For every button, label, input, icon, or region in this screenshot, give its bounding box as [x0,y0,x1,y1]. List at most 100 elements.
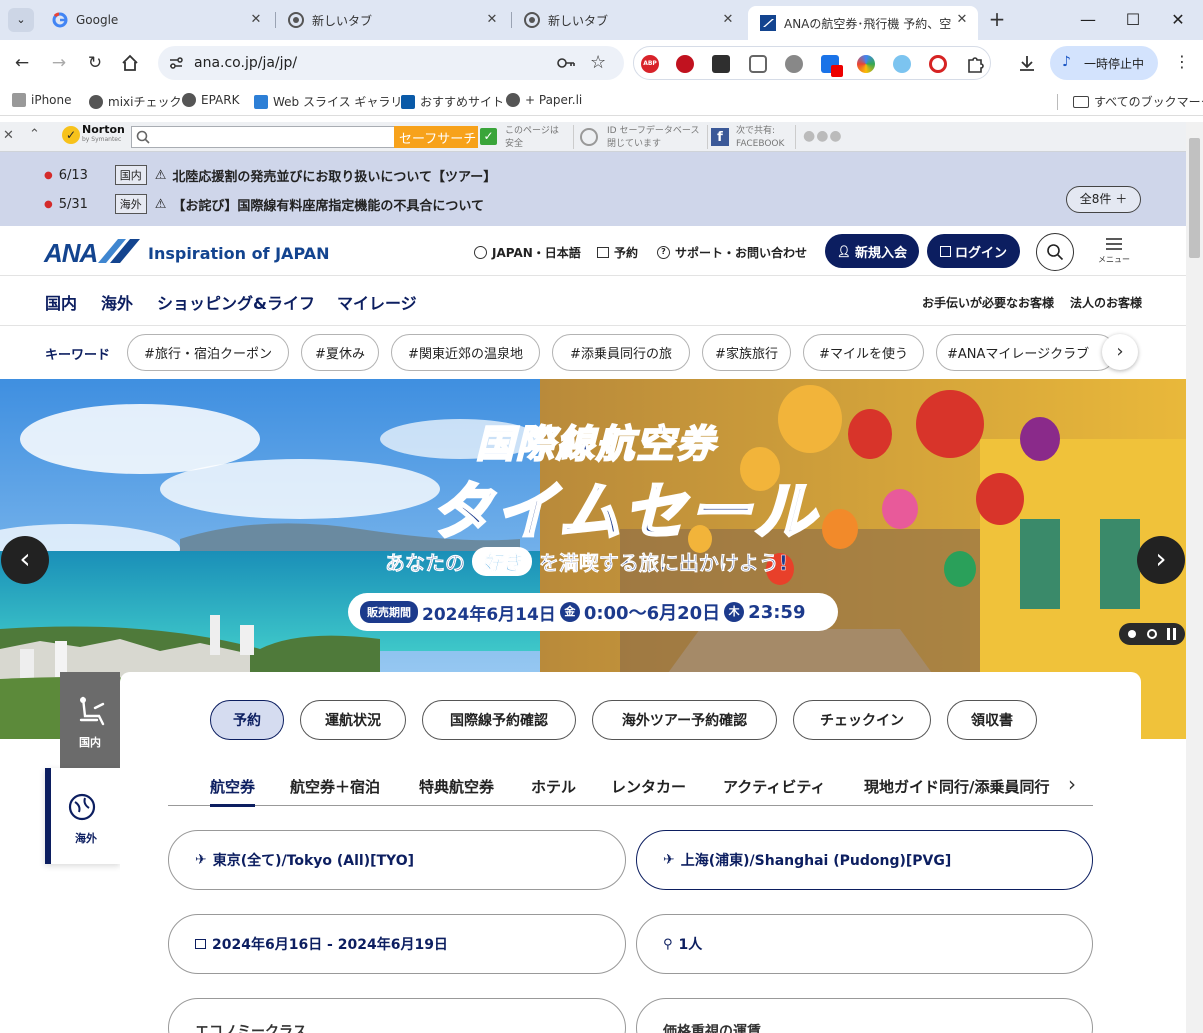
key-icon[interactable] [556,55,576,71]
passenger-field[interactable]: ⚲ 1人 [636,914,1093,974]
slide-dot-active[interactable] [1128,630,1136,638]
fare-field[interactable]: 価格重視の運賃 [636,998,1093,1033]
cabin-field[interactable]: エコノミークラス [168,998,626,1033]
bookmark-webslice[interactable]: Web スライス ギャラリー [254,93,414,110]
signup-button[interactable]: 👤︎ 新規入会 [825,234,919,268]
back-icon[interactable]: ← [10,51,34,75]
norton-search-input[interactable] [131,126,395,148]
all-bookmarks[interactable]: すべてのブックマーク [1073,93,1203,110]
departure-field[interactable]: ✈︎ 東京(全て)/Tokyo (All)[TYO] [168,830,626,890]
scrollbar-thumb[interactable] [1189,138,1200,258]
page-scrollbar[interactable] [1186,122,1203,1033]
adblock-icon[interactable]: ABP [641,55,659,73]
nav-help[interactable]: お手伝いが必要なお客様 [922,294,1054,311]
color-extension-icon[interactable] [857,55,875,73]
notice-item[interactable]: ● 6/13 国内 ⚠ 北陸応援割の発売並びにお取り扱いについて【ツアー】 [44,165,496,185]
page-safe-status[interactable]: このページは 安全 [505,125,559,151]
tab-receipt[interactable]: 領収書 [947,700,1037,740]
keyword-chip[interactable]: #夏休み [301,334,379,371]
reload-icon[interactable]: ↻ [83,51,107,75]
download-icon[interactable] [1017,53,1037,73]
tab-reserve[interactable]: 予約 [210,700,284,740]
subtab-activity[interactable]: アクティビティ [723,776,825,797]
address-bar[interactable]: ana.co.jp/ja/jp/ ☆ [158,46,624,80]
puzzle-icon[interactable] [965,54,985,74]
subtab-award[interactable]: 特典航空券 [419,776,494,797]
maximize-icon[interactable]: ☐ [1121,8,1145,32]
arrival-field[interactable]: ✈︎ 上海(浦東)/Shanghai (Pudong)[PVG] [636,830,1093,890]
keyword-chip[interactable]: #関東近郊の温泉地 [391,334,540,371]
check-extension-icon[interactable] [712,55,730,73]
tab-flight-status[interactable]: 運航状況 [300,700,406,740]
tab-close-icon[interactable]: ✕ [954,12,970,28]
ana-logo[interactable]: ANA [44,238,98,269]
nav-international[interactable]: 海外 [101,290,133,314]
bookmark-star-icon[interactable]: ☆ [590,52,606,73]
reserve-link[interactable]: 予約 [597,244,638,261]
site-search-button[interactable] [1036,233,1074,271]
subtab-flight[interactable]: 航空券 [210,776,256,807]
subtab-flight-hotel[interactable]: 航空券＋宿泊 [290,776,380,797]
norton-collapse-icon[interactable]: ⌃ [29,127,40,142]
tab-new-1[interactable]: 新しいタブ ✕ [276,6,508,34]
support-link[interactable]: ? サポート・お問い合わせ [657,244,807,261]
hero-prev-button[interactable]: ‹ [1,536,49,584]
tab-google[interactable]: Google ✕ [40,6,272,34]
close-window-icon[interactable]: ✕ [1166,8,1190,32]
block-extension-icon[interactable] [929,55,947,73]
notice-item[interactable]: ● 5/31 海外 ⚠ 【お詫び】国際線有料座席指定機能の不具合について [44,194,484,214]
nav-mileage[interactable]: マイレージ [337,290,417,314]
date-field[interactable]: 2024年6月16日 - 2024年6月19日 [168,914,626,974]
side-tab-international[interactable]: 海外 [45,768,120,864]
keyword-chip[interactable]: #旅行・宿泊クーポン [127,334,289,371]
norton-close-icon[interactable]: ✕ [3,128,14,143]
ublock-icon[interactable] [676,55,694,73]
tab-checkin[interactable]: チェックイン [793,700,931,740]
site-info-icon[interactable] [168,55,184,71]
slide-dot[interactable] [1147,629,1157,639]
id-safe-status[interactable]: ID セーフデータベース 閉じています [607,125,699,151]
subtab-rental-car[interactable]: レンタカー [611,776,686,797]
nav-corporate[interactable]: 法人のお客様 [1070,294,1142,311]
tab-ana[interactable]: ANAの航空券･飛行機 予約、空 ✕ [748,6,978,40]
bookmark-epark[interactable]: EPARK [182,93,239,107]
keyword-chip[interactable]: #マイルを使う [803,334,924,371]
share-facebook[interactable]: 次で共有: FACEBOOK [736,125,784,151]
bookmark-mixi[interactable]: mixiチェック [89,93,181,110]
privacy-extension-icon[interactable] [785,55,803,73]
tab-new-2[interactable]: 新しいタブ ✕ [512,6,744,34]
forward-icon[interactable]: → [47,51,71,75]
bookmark-iphone[interactable]: iPhone [12,93,72,107]
home-icon[interactable] [118,51,142,75]
tab-close-icon[interactable]: ✕ [248,12,264,28]
tab-tour-reservation-check[interactable]: 海外ツアー予約確認 [592,700,777,740]
bookmark-paperli[interactable]: + Paper.li [506,93,582,107]
tab-intl-reservation-check[interactable]: 国際線予約確認 [422,700,576,740]
bookmark-osusume[interactable]: おすすめサイト [401,93,504,110]
keyword-next-button[interactable]: › [1102,334,1138,370]
subtab-hotel[interactable]: ホテル [531,776,576,797]
subtab-guide[interactable]: 現地ガイド同行/添乗員同行 [864,776,1056,797]
login-button[interactable]: ログイン [927,234,1020,268]
nav-shopping[interactable]: ショッピング&ライフ [157,290,315,314]
hero-next-button[interactable]: › [1137,536,1185,584]
safe-search-button[interactable]: セーフサーチ [394,126,478,148]
browser-menu-icon[interactable]: ⋮ [1174,52,1190,71]
tab-close-icon[interactable]: ✕ [484,12,500,28]
norton-more-icon[interactable]: ●●● [803,128,843,144]
keyword-chip[interactable]: #添乗員同行の旅 [552,334,690,371]
subtab-next-icon[interactable]: › [1068,772,1076,796]
keyword-chip[interactable]: #家族旅行 [702,334,791,371]
site-menu-button[interactable]: メニュー [1096,236,1132,272]
keyword-chip[interactable]: #ANAマイレージクラブ [936,334,1116,371]
region-language-link[interactable]: JAPAN・日本語 [474,244,581,261]
tab-close-icon[interactable]: ✕ [720,12,736,28]
new-tab-button[interactable]: + [986,8,1008,30]
all-notices-button[interactable]: 全8件 ＋ [1066,186,1141,213]
tab-search-button[interactable]: ⌄ [8,8,34,32]
cloud-extension-icon[interactable] [893,55,911,73]
nav-domestic[interactable]: 国内 [45,290,77,314]
side-tab-domestic[interactable]: 国内 [60,672,120,768]
profile-paused-button[interactable]: ♪ 一時停止中 [1050,46,1158,80]
minimize-icon[interactable]: — [1076,8,1100,32]
